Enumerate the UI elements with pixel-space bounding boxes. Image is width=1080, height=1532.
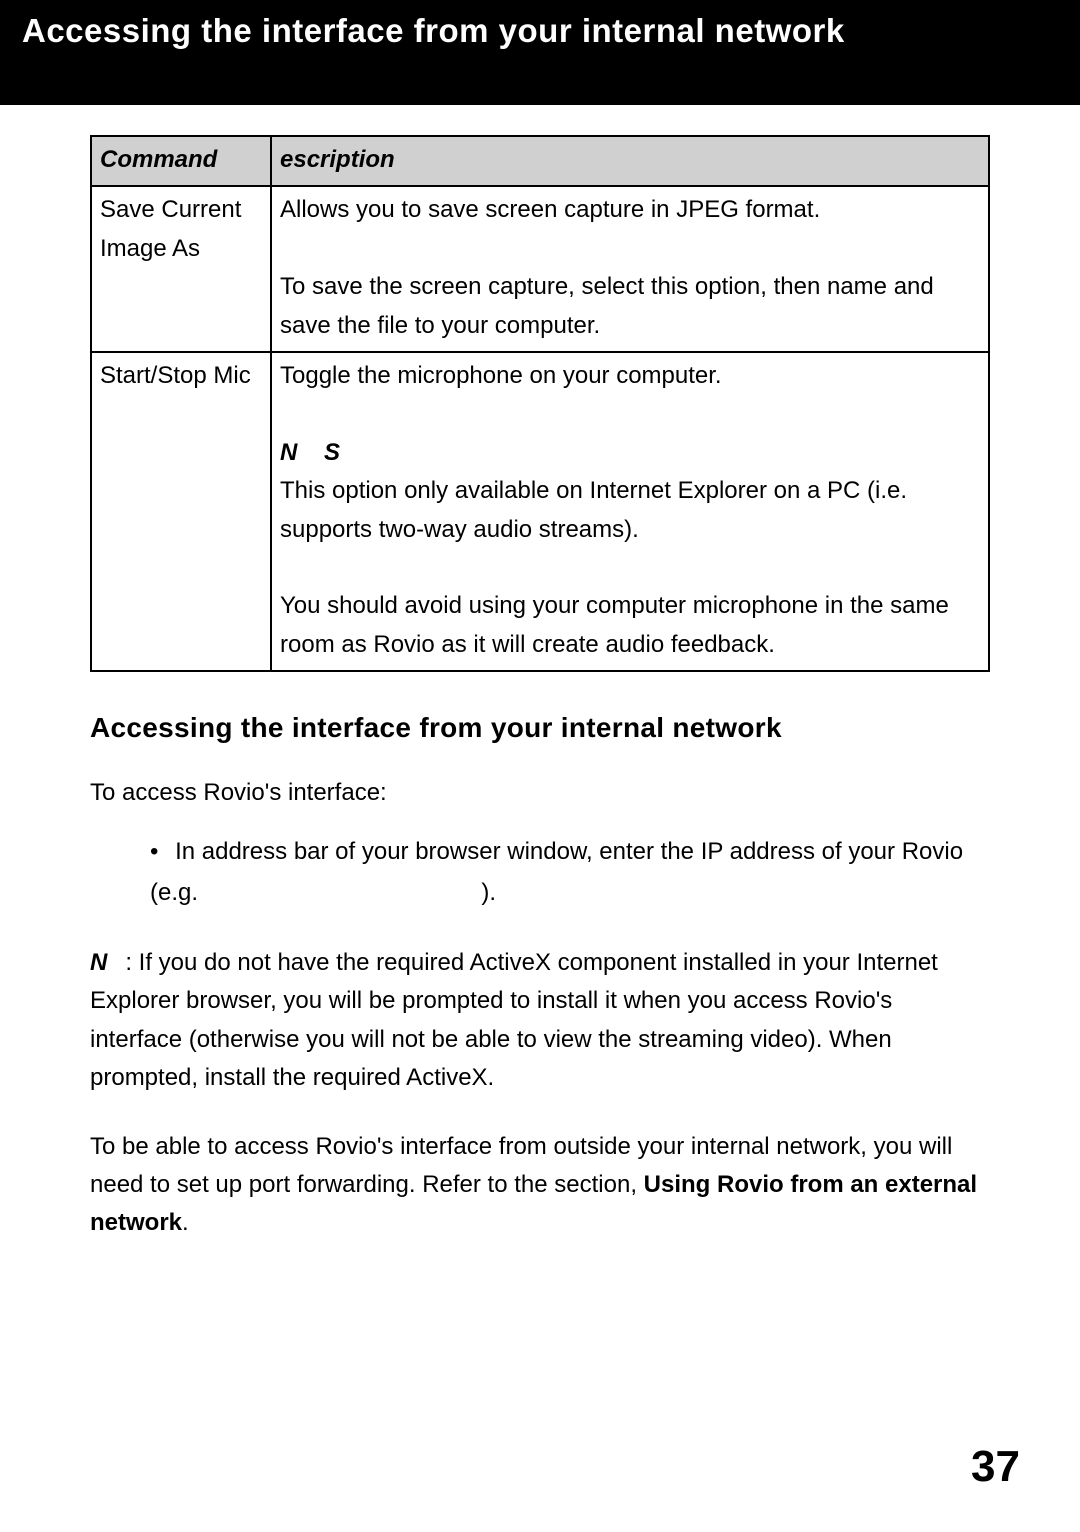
content-area: Command escription Save Current Image As…: [0, 105, 1080, 1243]
page: Accessing the interface from your intern…: [0, 0, 1080, 1532]
section-heading: Accessing the interface from your intern…: [90, 712, 990, 744]
desc-text: This option only available on Internet E…: [280, 477, 907, 542]
desc-text: Toggle the microphone on your computer.: [280, 362, 722, 389]
note-paragraph: N: If you do not have the required Activ…: [90, 944, 990, 1098]
cell-description: Allows you to save screen capture in JPE…: [271, 186, 989, 352]
desc-text: You should avoid using your computer mic…: [280, 592, 949, 657]
intro-text: To access Rovio's interface:: [90, 774, 990, 812]
bullet-text: (e.g.: [150, 879, 198, 906]
closing-paragraph: To be able to access Rovio's interface f…: [90, 1128, 990, 1243]
desc-text: To save the screen capture, select this …: [280, 273, 934, 338]
note-lead: N S: [280, 439, 350, 466]
cell-command: Start/Stop Mic: [91, 352, 271, 671]
page-number: 37: [971, 1442, 1020, 1492]
cell-command: Save Current Image As: [91, 186, 271, 352]
note-body: : If you do not have the required Active…: [90, 949, 938, 1091]
closing-text: .: [182, 1209, 189, 1236]
table-header-row: Command escription: [91, 136, 989, 186]
header-bar: Accessing the interface from your intern…: [0, 0, 1080, 105]
th-description: escription: [271, 136, 989, 186]
table-row: Start/Stop Mic Toggle the microphone on …: [91, 352, 989, 671]
list-item: In address bar of your browser window, e…: [150, 832, 990, 914]
desc-text: Allows you to save screen capture in JPE…: [280, 196, 820, 223]
page-title: Accessing the interface from your intern…: [22, 12, 1058, 50]
note-lead: N: [90, 949, 125, 976]
bullet-text: In address bar of your browser window, e…: [175, 838, 963, 865]
table-row: Save Current Image As Allows you to save…: [91, 186, 989, 352]
bullet-text: ).: [481, 879, 496, 906]
command-table: Command escription Save Current Image As…: [90, 135, 990, 672]
bullet-list: In address bar of your browser window, e…: [90, 832, 990, 914]
th-command: Command: [91, 136, 271, 186]
cell-description: Toggle the microphone on your computer. …: [271, 352, 989, 671]
